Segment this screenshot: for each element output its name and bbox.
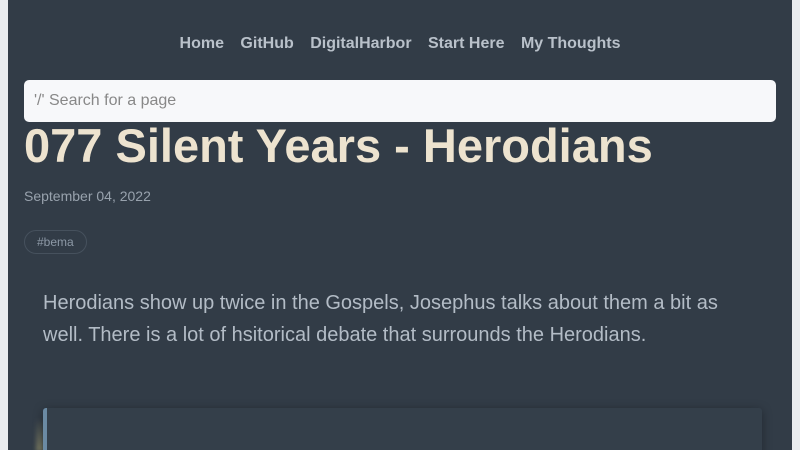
tag-bema[interactable]: #bema	[24, 230, 87, 254]
nav-link-digitalharbor[interactable]: DigitalHarbor	[310, 34, 411, 54]
content-card	[43, 408, 762, 450]
nav-link-home[interactable]: Home	[180, 34, 224, 54]
top-nav: Home GitHub DigitalHarbor Start Here My …	[8, 34, 792, 54]
nav-link-start-here[interactable]: Start Here	[428, 34, 504, 54]
nav-link-my-thoughts[interactable]: My Thoughts	[521, 34, 621, 54]
nav-link-github[interactable]: GitHub	[240, 34, 293, 54]
post-lead-paragraph: Herodians show up twice in the Gospels, …	[43, 292, 718, 346]
post-date: September 04, 2022	[24, 188, 151, 204]
page-frame: Home GitHub DigitalHarbor Start Here My …	[8, 0, 792, 450]
page-title: 077 Silent Years - Herodians	[24, 119, 653, 172]
